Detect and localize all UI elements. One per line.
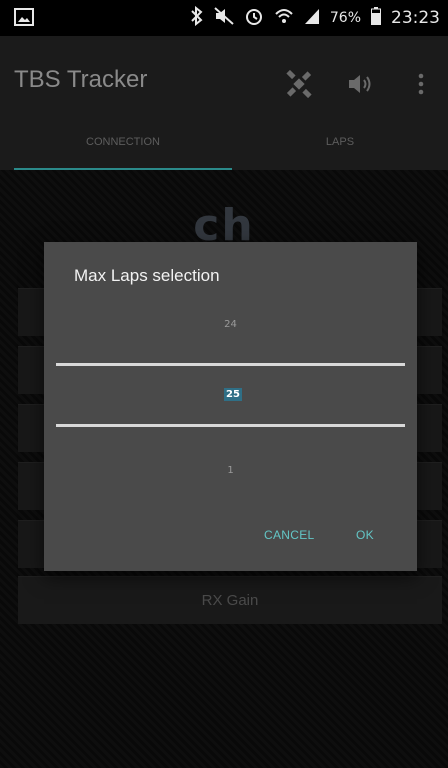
status-bar: 76% 23:23	[0, 0, 448, 36]
picker-value-selected[interactable]: 25	[224, 388, 242, 401]
ok-button[interactable]: OK	[356, 528, 374, 542]
volume-icon[interactable]	[344, 68, 378, 100]
antenna-icon[interactable]	[282, 68, 316, 100]
image-notification-icon	[14, 8, 34, 26]
picker-divider-top	[56, 363, 405, 366]
bluetooth-icon	[190, 5, 204, 30]
tab-connection[interactable]: CONNECTION	[14, 130, 232, 170]
cancel-button[interactable]: CANCEL	[264, 528, 314, 542]
battery-percent: 76%	[329, 10, 361, 26]
overflow-menu-icon[interactable]	[404, 68, 438, 100]
picker-value-above[interactable]: 24	[44, 319, 417, 330]
dialog-title: Max Laps selection	[74, 266, 220, 285]
picker-divider-bottom	[56, 424, 405, 427]
signal-icon	[304, 7, 320, 29]
battery-icon	[371, 7, 381, 29]
tab-laps[interactable]: LAPS	[232, 130, 448, 170]
app-title: TBS Tracker	[14, 66, 148, 93]
tab-bar: CONNECTION LAPS	[0, 130, 448, 170]
alarm-icon	[244, 6, 264, 30]
wifi-icon	[274, 6, 294, 30]
picker-value-below[interactable]: 1	[44, 465, 417, 476]
app-bar: TBS Tracker	[0, 36, 448, 130]
clock: 23:23	[391, 8, 440, 28]
max-laps-dialog: Max Laps selection 24 25 1 CANCEL OK	[44, 242, 417, 571]
mute-icon	[214, 7, 234, 29]
